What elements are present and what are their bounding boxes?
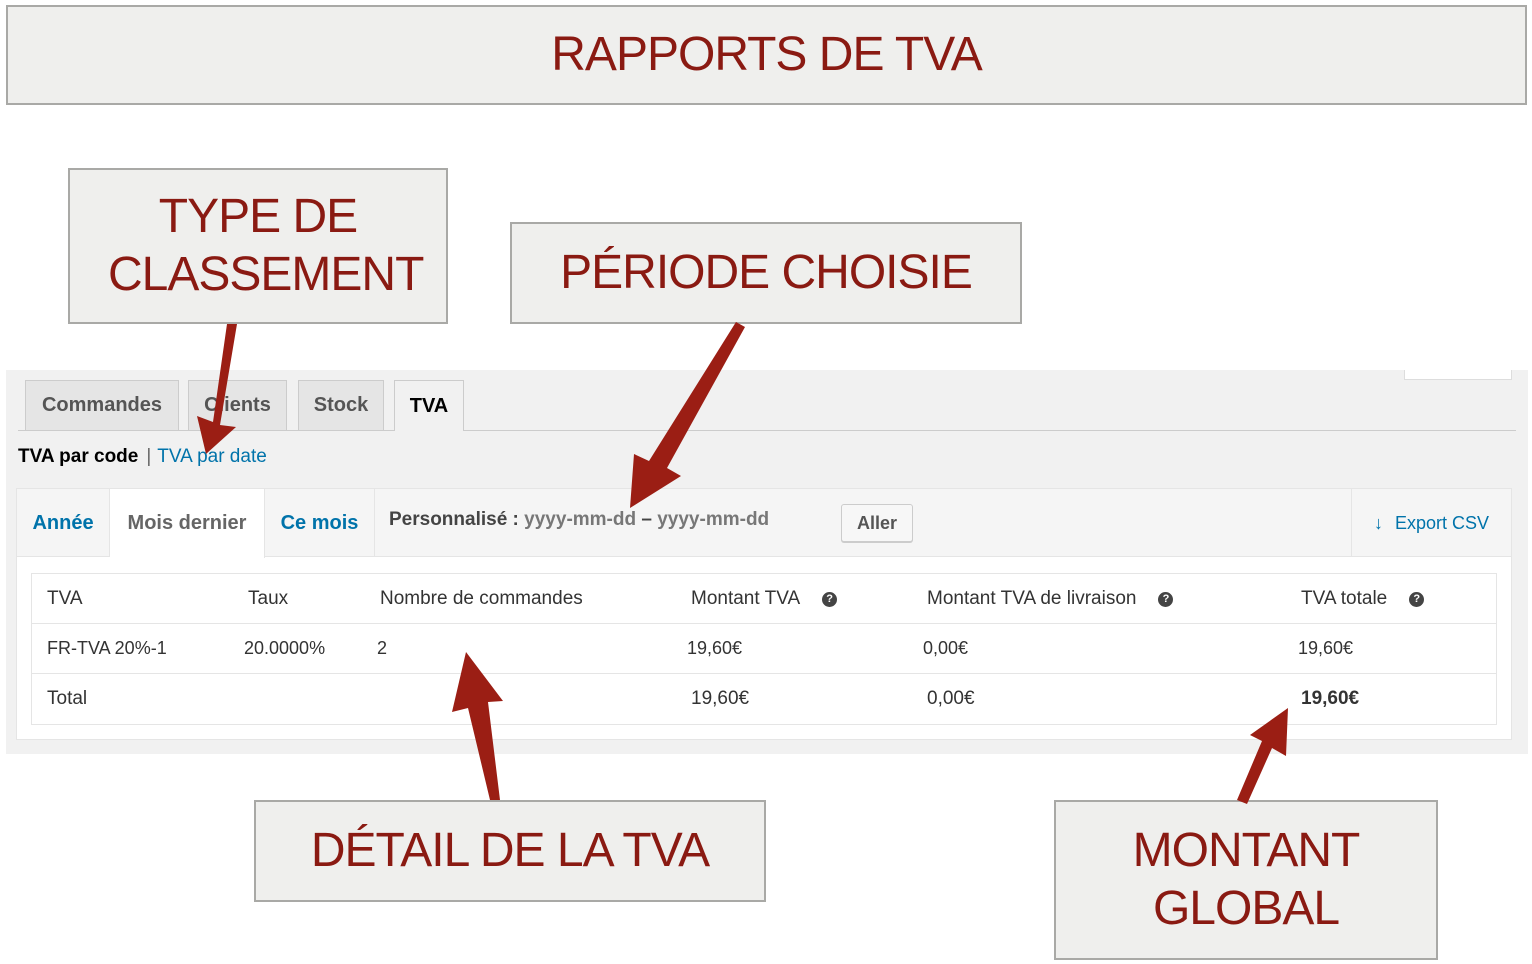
arrow-type-classement [197, 324, 237, 454]
arrow-montant [1237, 708, 1288, 804]
arrow-detail [452, 652, 503, 800]
arrow-periode [630, 322, 745, 508]
annotation-arrows [197, 322, 1288, 804]
